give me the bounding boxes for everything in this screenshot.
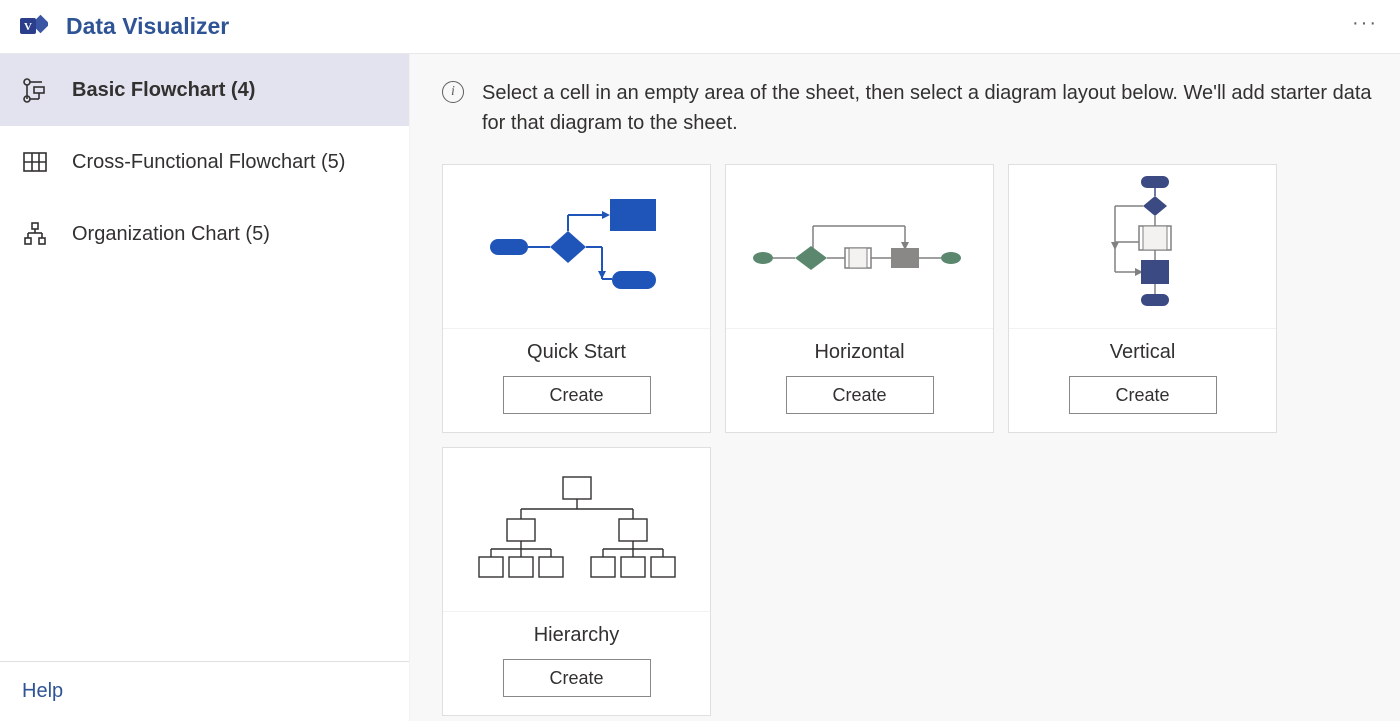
info-text: Select a cell in an empty area of the sh… xyxy=(482,78,1386,138)
card-quick-start: Quick Start Create xyxy=(442,164,711,433)
more-options-button[interactable]: ··· xyxy=(1352,12,1378,35)
org-chart-icon xyxy=(20,219,50,249)
main-pane: i Select a cell in an empty area of the … xyxy=(410,54,1400,721)
card-title: Vertical xyxy=(1110,341,1176,364)
sidebar-item-label: Cross-Functional Flowchart (5) xyxy=(72,151,345,174)
sidebar-item-org-chart[interactable]: Organization Chart (5) xyxy=(0,198,409,270)
sidebar-spacer xyxy=(0,270,409,661)
swimlane-icon xyxy=(20,147,50,177)
cards-grid: Quick Start Create xyxy=(410,164,1400,716)
info-icon: i xyxy=(442,81,464,103)
card-vertical: Vertical Create xyxy=(1008,164,1277,433)
sidebar-item-cross-functional[interactable]: Cross-Functional Flowchart (5) xyxy=(0,126,409,198)
info-row: i Select a cell in an empty area of the … xyxy=(410,78,1400,138)
create-button[interactable]: Create xyxy=(786,376,934,414)
nav-list: Basic Flowchart (4) Cross-Functional Flo… xyxy=(0,54,409,270)
create-button[interactable]: Create xyxy=(1069,376,1217,414)
card-title: Quick Start xyxy=(527,341,626,364)
card-footer: Hierarchy Create xyxy=(443,612,710,715)
card-footer: Quick Start Create xyxy=(443,329,710,432)
create-button[interactable]: Create xyxy=(503,376,651,414)
card-preview xyxy=(726,165,993,329)
card-preview xyxy=(1009,165,1276,329)
sidebar-item-label: Organization Chart (5) xyxy=(72,223,270,246)
visio-logo-icon: V xyxy=(20,13,48,41)
sidebar-item-basic-flowchart[interactable]: Basic Flowchart (4) xyxy=(0,54,409,126)
card-preview xyxy=(443,448,710,612)
card-title: Hierarchy xyxy=(534,624,620,647)
create-button[interactable]: Create xyxy=(503,659,651,697)
card-horizontal: Horizontal Create xyxy=(725,164,994,433)
card-footer: Horizontal Create xyxy=(726,329,993,432)
header-bar: V Data Visualizer ··· xyxy=(0,0,1400,54)
card-title: Horizontal xyxy=(814,341,904,364)
sidebar: Basic Flowchart (4) Cross-Functional Flo… xyxy=(0,54,410,721)
card-hierarchy: Hierarchy Create xyxy=(442,447,711,716)
help-link[interactable]: Help xyxy=(0,661,409,721)
body: Basic Flowchart (4) Cross-Functional Flo… xyxy=(0,54,1400,721)
app-root: V Data Visualizer ··· Basic Flowchart (4… xyxy=(0,0,1400,721)
flowchart-icon xyxy=(20,75,50,105)
app-title: Data Visualizer xyxy=(66,13,229,40)
card-footer: Vertical Create xyxy=(1009,329,1276,432)
svg-text:V: V xyxy=(24,21,32,33)
card-preview xyxy=(443,165,710,329)
sidebar-item-label: Basic Flowchart (4) xyxy=(72,79,255,102)
